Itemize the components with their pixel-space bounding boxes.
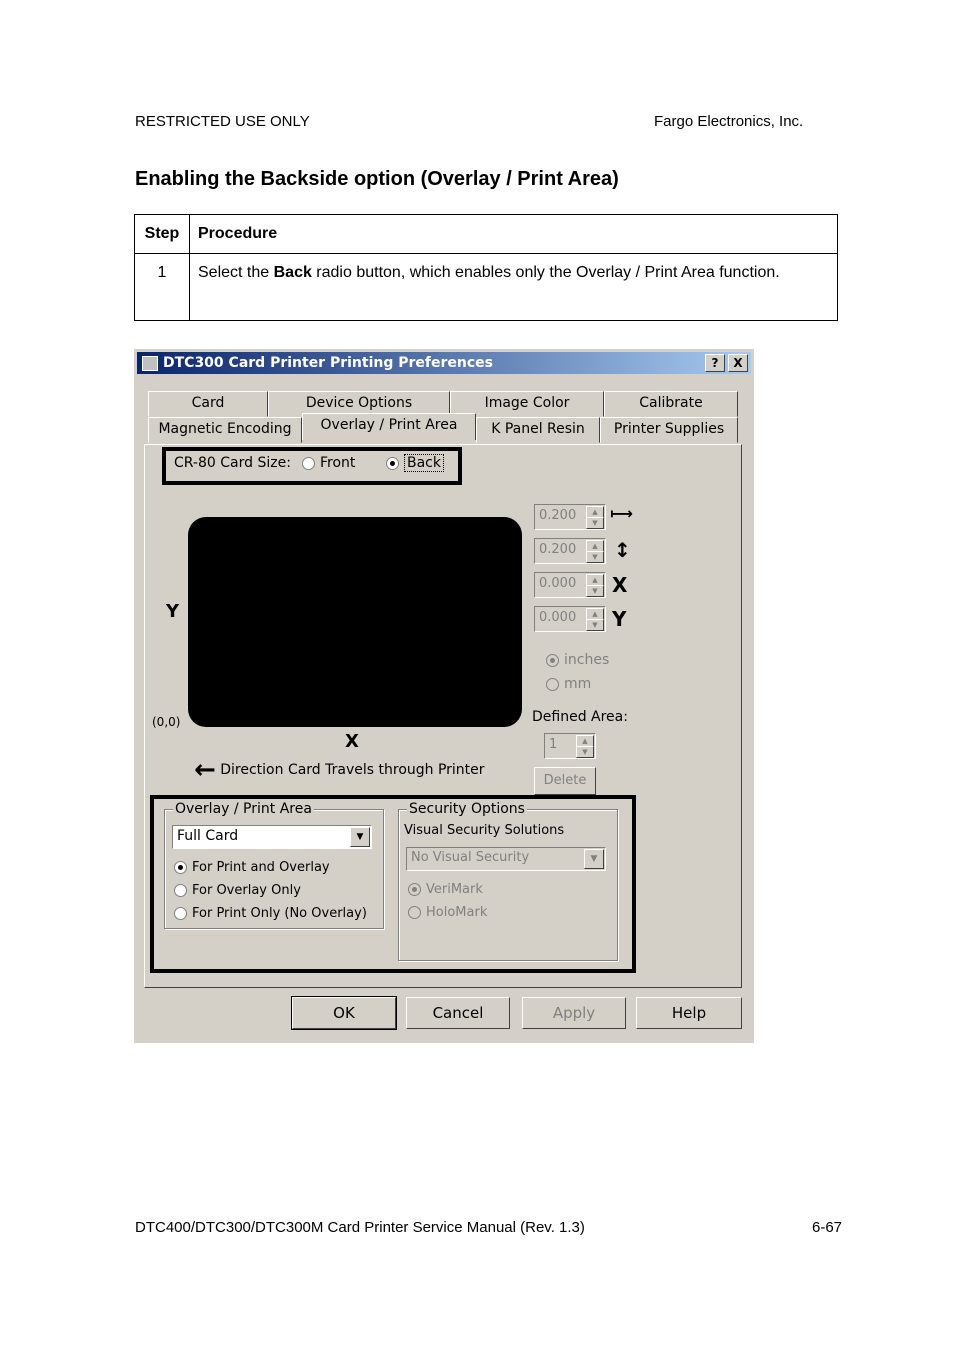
spin-down-icon[interactable]: ▼ xyxy=(586,585,604,597)
back-radio[interactable]: Back xyxy=(386,454,444,472)
procedure-header: Procedure xyxy=(189,214,838,254)
tab-card[interactable]: Card xyxy=(148,391,268,417)
cancel-button[interactable]: Cancel xyxy=(406,997,510,1029)
verimark-radio[interactable]: VeriMark xyxy=(408,882,483,897)
dialog-title: DTC300 Card Printer Printing Preferences xyxy=(163,355,493,371)
x-axis-label: X xyxy=(345,731,359,752)
tab-printer-supplies[interactable]: Printer Supplies xyxy=(600,417,738,443)
defined-area-label: Defined Area: xyxy=(532,709,628,725)
for-print-only-radio[interactable]: For Print Only (No Overlay) xyxy=(174,906,367,921)
printer-icon xyxy=(142,356,158,371)
width-spinner[interactable]: 0.200 ▲ ▼ xyxy=(534,504,606,530)
header-right: Fargo Electronics, Inc. xyxy=(654,113,804,130)
ok-button[interactable]: OK xyxy=(291,996,397,1030)
visual-security-label: Visual Security Solutions xyxy=(404,823,565,838)
direction-text: Direction Card Travels through Printer xyxy=(220,762,485,778)
spin-down-icon[interactable]: ▼ xyxy=(586,619,604,631)
holomark-radio[interactable]: HoloMark xyxy=(408,905,487,920)
chevron-down-icon[interactable]: ▼ xyxy=(584,849,604,869)
step-number: 1 xyxy=(134,253,190,321)
chevron-down-icon[interactable]: ▼ xyxy=(350,827,370,847)
mm-radio[interactable]: mm xyxy=(546,676,591,692)
spin-down-icon[interactable]: ▼ xyxy=(586,551,604,563)
tab-magnetic-encoding[interactable]: Magnetic Encoding xyxy=(148,417,302,443)
spin-down-icon[interactable]: ▼ xyxy=(576,746,594,758)
step-header: Step xyxy=(134,214,190,254)
front-radio-circle xyxy=(302,456,315,470)
x-offset-spinner[interactable]: 0.000 ▲ ▼ xyxy=(534,572,606,598)
print-area-select[interactable]: Full Card ▼ xyxy=(172,825,372,849)
procedure-table: Step Procedure 1 Select the Back radio b… xyxy=(134,214,838,321)
y-letter-icon: Y xyxy=(612,607,627,631)
card-size-label: CR-80 Card Size: xyxy=(174,455,291,471)
back-bold-word: Back xyxy=(273,264,312,281)
overlay-group-label: Overlay / Print Area xyxy=(173,801,314,817)
procedure-text: Select the Back radio button, which enab… xyxy=(189,253,838,321)
apply-button[interactable]: Apply xyxy=(522,997,626,1029)
inches-radio[interactable]: inches xyxy=(546,652,609,668)
security-group-label: Security Options xyxy=(407,801,527,817)
front-radio[interactable]: Front xyxy=(302,455,355,471)
back-radio-circle xyxy=(386,456,399,470)
tab-calibrate[interactable]: Calibrate xyxy=(604,391,738,417)
width-arrows-icon: ⟼ xyxy=(610,504,633,523)
back-radio-label: Back xyxy=(404,454,444,472)
table-row: 1 Select the Back radio button, which en… xyxy=(134,253,838,321)
for-print-and-overlay-radio[interactable]: For Print and Overlay xyxy=(174,860,330,875)
origin-label: (0,0) xyxy=(152,715,181,729)
tab-overlay-print-area[interactable]: Overlay / Print Area xyxy=(302,413,476,440)
tab-k-panel-resin[interactable]: K Panel Resin xyxy=(476,417,600,443)
y-offset-spinner[interactable]: 0.000 ▲ ▼ xyxy=(534,606,606,632)
y-axis-label: Y xyxy=(166,601,180,622)
title-bar: DTC300 Card Printer Printing Preferences… xyxy=(137,352,751,374)
x-letter-icon: X xyxy=(612,573,628,597)
header-left: RESTRICTED USE ONLY xyxy=(135,113,310,130)
delete-button[interactable]: Delete xyxy=(534,767,596,795)
height-spinner[interactable]: 0.200 ▲ ▼ xyxy=(534,538,606,564)
visual-security-select[interactable]: No Visual Security ▼ xyxy=(406,847,606,871)
spin-down-icon[interactable]: ▼ xyxy=(586,517,604,529)
close-button[interactable]: X xyxy=(728,354,748,372)
printing-preferences-dialog: DTC300 Card Printer Printing Preferences… xyxy=(134,349,754,1043)
direction-row: ← Direction Card Travels through Printer xyxy=(194,757,485,783)
footer-left: DTC400/DTC300/DTC300M Card Printer Servi… xyxy=(135,1219,585,1236)
height-arrows-icon: ↕ xyxy=(614,538,631,562)
help-title-button[interactable]: ? xyxy=(705,354,725,372)
left-arrow-icon: ← xyxy=(194,755,216,785)
section-title: Enabling the Backside option (Overlay / … xyxy=(135,168,619,190)
card-preview xyxy=(188,517,522,727)
page-number: 6-67 xyxy=(812,1219,843,1236)
front-radio-label: Front xyxy=(320,455,356,471)
for-overlay-only-radio[interactable]: For Overlay Only xyxy=(174,883,301,898)
help-button[interactable]: Help xyxy=(636,997,742,1029)
defined-area-spinner[interactable]: 1 ▲ ▼ xyxy=(544,733,596,759)
